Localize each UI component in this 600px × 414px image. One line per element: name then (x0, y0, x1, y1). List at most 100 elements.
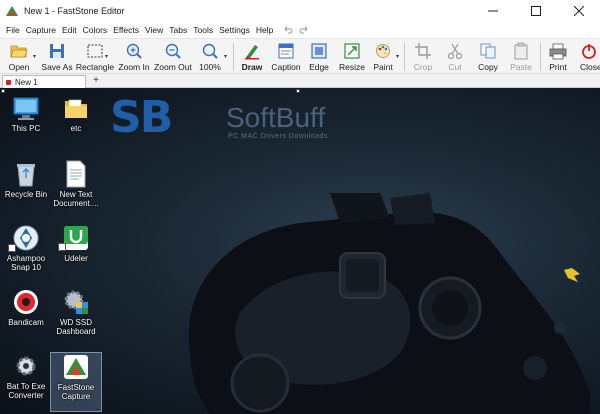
resize-button[interactable]: Resize (338, 41, 366, 73)
desktop-icon-etc[interactable]: etc (50, 96, 102, 133)
close-button[interactable]: Close (580, 41, 600, 73)
paint-dropdown-arrow[interactable]: ▾ (396, 53, 399, 60)
edge-icon (311, 43, 327, 59)
magnifier-icon (202, 43, 218, 59)
print-label: Print (549, 62, 567, 72)
desktop-icon-bandicam[interactable]: Bandicam (0, 288, 52, 327)
draw-pen-icon (245, 45, 259, 60)
desktop-icon-ashampoo-snap[interactable]: Ashampoo Snap 10 (0, 224, 52, 272)
crop-icon (415, 43, 431, 59)
image-canvas[interactable]: SB SoftBuff PC MAC Drivers Downloads Thi… (0, 88, 600, 414)
watermark-logo: SB (110, 92, 173, 143)
desktop-icon-new-text-document[interactable]: New Text Document.... (50, 160, 102, 208)
desktop-icon-wd-dashboard[interactable]: WD SSD Dashboard (50, 288, 102, 336)
menu-effects[interactable]: Effects (110, 25, 142, 35)
zoom-in-label: Zoom In (118, 62, 150, 72)
folder-icon (65, 99, 87, 118)
toolbar-separator (404, 43, 405, 71)
zoom-level-button[interactable]: 100% (196, 41, 224, 73)
zoom-out-label: Zoom Out (154, 62, 192, 72)
toolbar-separator (233, 43, 234, 71)
tab-label: New 1 (15, 77, 38, 87)
gear-icon (16, 356, 36, 376)
wd-dashboard-icon (64, 290, 88, 314)
desktop-icon-recycle-bin[interactable]: Recycle Bin (0, 160, 52, 199)
open-dropdown-arrow[interactable]: ▾ (33, 53, 36, 60)
document-tab-strip: New 1 + (0, 74, 600, 88)
selection-handle[interactable] (1, 89, 5, 93)
zoom-out-icon (165, 43, 181, 59)
paint-button[interactable]: Paint (370, 41, 396, 73)
redo-icon[interactable] (299, 26, 309, 34)
draw-label: Draw (241, 62, 263, 72)
edge-button[interactable]: Edge (306, 41, 332, 73)
edge-label: Edge (309, 62, 329, 72)
scissors-icon (447, 43, 463, 60)
open-button[interactable]: Open (5, 41, 33, 73)
shortcut-arrow-icon (8, 244, 16, 252)
paste-button[interactable]: Paste (508, 41, 534, 73)
desktop-icon-label: etc (70, 124, 82, 133)
desktop-icon-bat-to-exe[interactable]: Bat To Exe Converter (0, 352, 52, 400)
new-tab-button[interactable]: + (90, 74, 102, 87)
softbuff-watermark: SB SoftBuff PC MAC Drivers Downloads (110, 90, 370, 150)
faststone-app-icon[interactable] (5, 4, 19, 18)
shortcut-arrow-icon (58, 243, 66, 251)
toolbar-separator (540, 43, 541, 71)
desktop-icon-label: Ashampoo Snap 10 (6, 254, 46, 272)
desktop-icon-faststone-capture[interactable]: FastStone Capture (50, 352, 102, 412)
menu-colors[interactable]: Colors (80, 25, 111, 35)
save-icon (50, 44, 64, 58)
close-window-button[interactable] (557, 0, 600, 22)
menu-tabs[interactable]: Tabs (166, 25, 190, 35)
minimize-button[interactable] (471, 0, 514, 22)
desktop-icon-label: Udeler (64, 254, 88, 263)
cut-button[interactable]: Cut (443, 41, 467, 73)
zoom-in-icon (126, 43, 142, 59)
caption-button[interactable]: Caption (270, 41, 302, 73)
desktop-icon-label: Bandicam (8, 318, 44, 327)
desktop-icon-label: FastStone Capture (57, 383, 95, 401)
menu-file[interactable]: File (3, 25, 23, 35)
maximize-button[interactable] (514, 0, 557, 22)
paint-palette-icon (376, 44, 390, 58)
yellow-shard-artwork (564, 268, 580, 282)
bandicam-icon (14, 290, 38, 314)
zoom-in-button[interactable]: Zoom In (117, 41, 151, 73)
menu-bar: File Capture Edit Colors Effects View Ta… (0, 22, 600, 38)
copy-icon (480, 43, 496, 59)
menu-tools[interactable]: Tools (190, 25, 216, 35)
desktop-icon-udeler[interactable]: Udeler (50, 224, 102, 263)
desktop-icon-this-pc[interactable]: This PC (0, 96, 52, 133)
rectangle-select-icon (87, 44, 103, 58)
watermark-name: SoftBuff (226, 102, 326, 133)
copy-label: Copy (478, 62, 498, 72)
maximize-icon (530, 6, 541, 16)
menu-edit[interactable]: Edit (59, 25, 80, 35)
desktop-icon-label: Bat To Exe Converter (6, 382, 46, 400)
printer-icon (549, 43, 567, 60)
game-controller-artwork (188, 193, 590, 414)
menu-capture[interactable]: Capture (23, 25, 59, 35)
menu-view[interactable]: View (142, 25, 166, 35)
menu-settings[interactable]: Settings (216, 25, 253, 35)
print-button[interactable]: Print (545, 41, 571, 73)
menu-help[interactable]: Help (253, 25, 276, 35)
save-as-button[interactable]: Save As (41, 41, 73, 73)
paint-label: Paint (373, 62, 393, 72)
crop-button[interactable]: Crop (410, 41, 436, 73)
udeler-icon (64, 226, 88, 250)
computer-icon (13, 97, 39, 120)
desktop-icon-label: Recycle Bin (4, 190, 48, 199)
copy-button[interactable]: Copy (475, 41, 501, 73)
zoom-dropdown-arrow[interactable]: ▾ (224, 53, 227, 60)
selection-handle[interactable] (296, 89, 300, 93)
caption-label: Caption (271, 62, 301, 72)
zoom-out-button[interactable]: Zoom Out (154, 41, 192, 73)
draw-button[interactable]: Draw (238, 41, 266, 73)
rectangle-label: Rectangle (75, 62, 115, 72)
rectangle-button[interactable]: Rectangle (76, 41, 114, 73)
tab-new-1[interactable]: New 1 (2, 75, 86, 88)
undo-icon[interactable] (284, 26, 293, 34)
rectangle-dropdown-arrow[interactable]: ▾ (105, 53, 108, 60)
